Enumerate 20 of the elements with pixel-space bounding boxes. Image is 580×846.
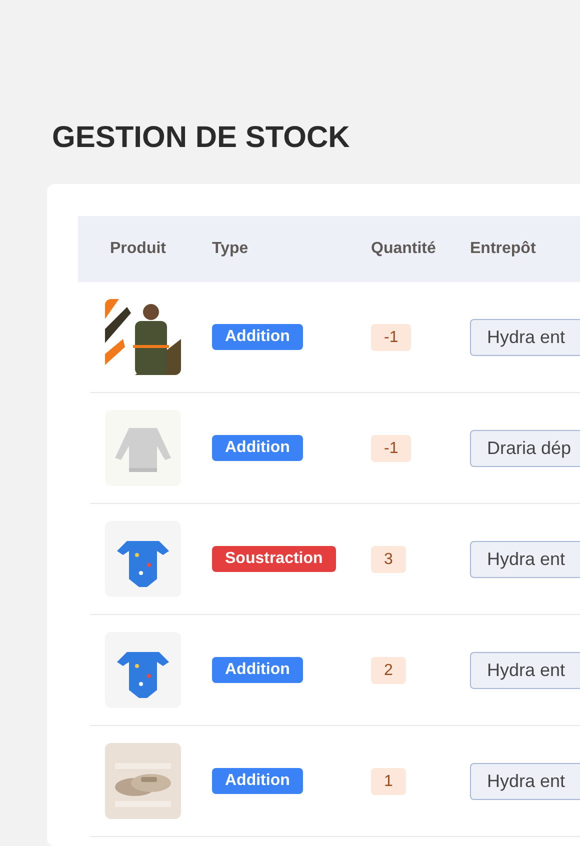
column-header: Produit bbox=[110, 240, 166, 257]
type-badge: Addition bbox=[212, 768, 303, 794]
quantity-badge: -1 bbox=[371, 324, 412, 350]
warehouse-field[interactable]: Hydra ent bbox=[470, 540, 580, 578]
warehouse-field[interactable]: Hydra ent bbox=[470, 318, 580, 356]
quantity-badge: 2 bbox=[371, 656, 406, 684]
warehouse-field[interactable]: Hydra ent bbox=[470, 762, 580, 800]
type-badge: Addition bbox=[212, 324, 303, 350]
type-badge: Addition bbox=[212, 657, 303, 683]
quantity-badge: -1 bbox=[371, 434, 412, 462]
column-header: Quantité bbox=[371, 240, 436, 257]
type-badge: Addition bbox=[212, 435, 303, 461]
warehouse-field[interactable]: Hydra ent bbox=[470, 652, 580, 688]
page-title: GESTION DE STOCK bbox=[52, 120, 350, 156]
quantity-badge: 1 bbox=[371, 768, 406, 794]
warehouse-field[interactable]: Draria dép bbox=[470, 430, 580, 466]
column-header: Entrepôt bbox=[470, 240, 536, 257]
quantity-badge: 3 bbox=[371, 546, 406, 572]
type-badge: Soustraction bbox=[212, 546, 336, 572]
column-header: Type bbox=[212, 240, 248, 257]
